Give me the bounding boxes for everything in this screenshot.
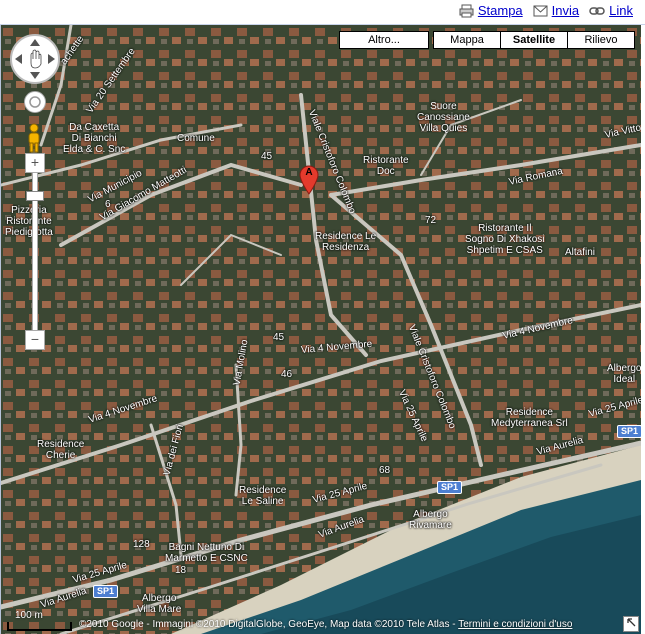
place-label-bagni-nettuno[interactable]: Bagni Nettuno Di Marmetto E CSNC xyxy=(165,542,248,564)
house-number: 45 xyxy=(273,332,285,343)
copyright-text: ©2010 Google - Immagini ©2010 DigitalGlo… xyxy=(79,619,572,630)
pegman-icon xyxy=(28,123,40,153)
scale-bar: 100 m xyxy=(7,610,73,632)
toolbar-links: Stampa Invia Link xyxy=(459,3,633,18)
send-link[interactable]: Invia xyxy=(533,3,579,18)
scale-label: 100 m xyxy=(15,610,43,621)
print-label: Stampa xyxy=(477,3,523,18)
place-label-pizzeria[interactable]: Pizzeria Ristorante Piedigrotta xyxy=(5,205,53,238)
house-number: 6 xyxy=(105,199,111,210)
house-number: 68 xyxy=(379,465,391,476)
scale-bar-graphic xyxy=(7,622,72,631)
place-label-residence-residenza[interactable]: Residence Le Residenza xyxy=(315,231,376,253)
pan-arrows-icon xyxy=(10,34,60,84)
map-footer: 100 m ©2010 Google - Immagini ©2010 Digi… xyxy=(1,610,641,634)
place-label-residence-saline[interactable]: Residence Le Saline xyxy=(239,485,286,507)
place-label-comune[interactable]: Comune xyxy=(177,133,215,144)
send-label: Invia xyxy=(551,3,580,18)
house-number: 128 xyxy=(133,539,150,550)
place-label-residence-cherie[interactable]: Residence Cherie xyxy=(37,439,84,461)
pan-control[interactable] xyxy=(9,33,61,85)
place-label-caxetta[interactable]: Da Caxetta Di Bianchi Elda & C. Snc xyxy=(63,122,125,155)
chain-link-icon xyxy=(589,6,605,15)
zoom-in-button[interactable]: + xyxy=(25,153,45,173)
place-label-suore[interactable]: Suore Canossiane Villa Quies xyxy=(417,101,470,134)
location-marker[interactable]: A xyxy=(299,165,319,195)
zoom-slider-handle[interactable] xyxy=(26,191,44,201)
sp1-badge-left: SP1 xyxy=(93,585,119,598)
sp1-badge-right: SP1 xyxy=(617,425,641,438)
sp1-badge-mid: SP1 xyxy=(437,481,463,494)
circle-icon xyxy=(29,96,41,108)
printer-icon xyxy=(459,4,474,17)
map-viewport[interactable]: achette Via 20 Settembre Via Municipio V… xyxy=(0,25,641,634)
house-number: 46 xyxy=(281,369,293,380)
expand-arrow-icon xyxy=(627,618,636,627)
envelope-icon xyxy=(533,5,548,16)
overview-toggle-button[interactable] xyxy=(623,616,639,632)
place-label-ristorante-doc[interactable]: Ristorante Doc xyxy=(363,155,409,177)
marker-letter: A xyxy=(305,167,313,178)
map-type-satellite-button[interactable]: Satellite xyxy=(500,31,568,49)
link-label: Link xyxy=(609,3,633,18)
place-label-albergo-ideal[interactable]: Albergo Ideal xyxy=(607,363,641,385)
house-number: 18 xyxy=(175,565,187,576)
print-link[interactable]: Stampa xyxy=(459,3,523,18)
zoom-out-button[interactable]: − xyxy=(25,330,45,350)
place-label-altafini[interactable]: Altafini xyxy=(565,247,595,258)
top-toolbar: Stampa Invia Link xyxy=(0,0,645,25)
map-type-more-button[interactable]: Altro... xyxy=(339,31,429,49)
pegman-figure[interactable] xyxy=(25,123,43,153)
house-number: 72 xyxy=(425,215,437,226)
place-label-albergo-mare[interactable]: Albergo Villa Mare xyxy=(137,593,181,615)
place-label-residence-mediterranea[interactable]: Residence Medyterranea Srl xyxy=(491,407,568,429)
street-view-pegman[interactable] xyxy=(24,91,46,113)
place-label-albergo-rivamare[interactable]: Albergo Rivamare xyxy=(409,509,452,531)
map-type-map-button[interactable]: Mappa xyxy=(433,31,501,49)
copyright-notice: ©2010 Google - Immagini ©2010 DigitalGlo… xyxy=(79,619,459,630)
terms-link[interactable]: Termini e condizioni d'uso xyxy=(458,619,572,630)
link-link[interactable]: Link xyxy=(589,3,633,18)
house-number: 45 xyxy=(261,151,273,162)
map-type-relief-button[interactable]: Rilievo xyxy=(567,31,635,49)
place-label-xhakosi[interactable]: Ristorante Il Sogno Di Xhakosi Shpetim E… xyxy=(465,223,545,256)
